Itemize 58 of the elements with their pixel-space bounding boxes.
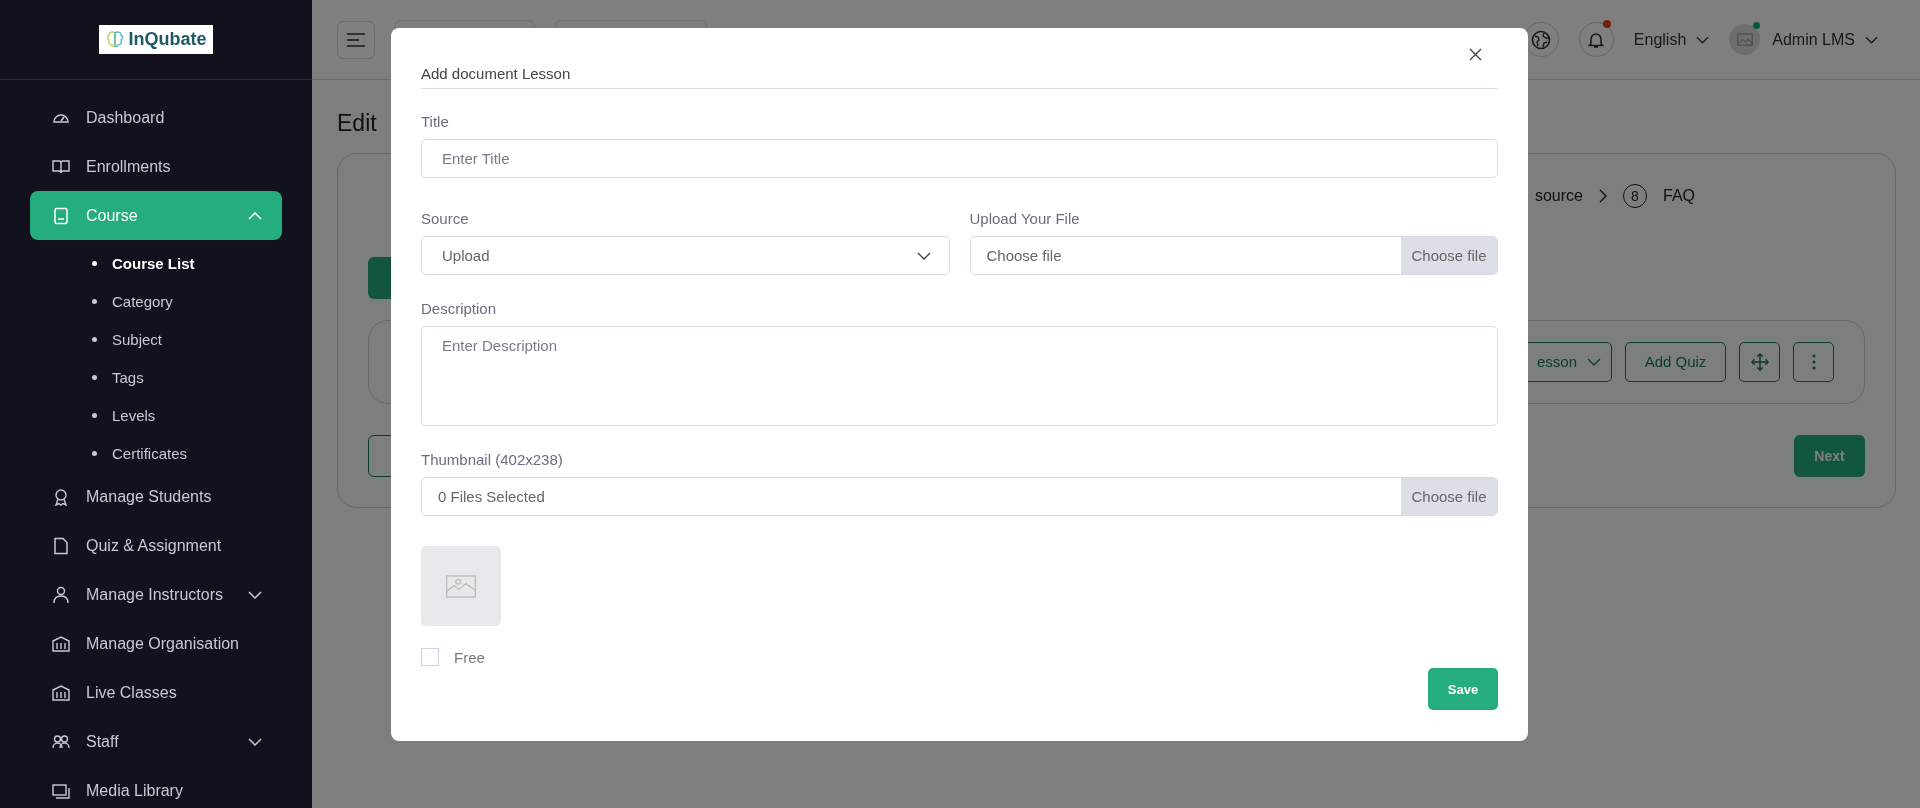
image-icon — [1736, 33, 1753, 46]
sub-nav-item[interactable]: Certificates — [92, 434, 188, 472]
building-icon — [52, 683, 70, 702]
nav-item[interactable]: Quiz & Assignment — [30, 521, 282, 570]
move-button[interactable] — [1739, 341, 1780, 382]
building-icon — [52, 634, 70, 653]
nav-item[interactable]: Dashboard — [30, 93, 282, 142]
checkbox[interactable] — [421, 648, 439, 666]
person-icon — [52, 585, 70, 604]
nav-item[interactable]: Staff — [30, 717, 282, 766]
nav-item[interactable]: Manage Students — [30, 472, 282, 521]
field-label: Source — [421, 210, 470, 227]
chevron-icon — [1865, 35, 1878, 44]
checkbox-label: Free — [454, 648, 485, 666]
sub-nav-item[interactable]: Tags — [92, 358, 144, 396]
sub-nav-item[interactable]: Levels — [92, 396, 156, 434]
award-icon — [52, 487, 70, 506]
step-label[interactable]: source — [1534, 187, 1583, 205]
chevron-icon — [1587, 357, 1601, 366]
field-label: Description — [421, 300, 498, 317]
globe-icon — [1531, 29, 1552, 50]
field-label: Thumbnail (402x238) — [421, 451, 564, 468]
description-textarea[interactable]: Enter Description — [421, 326, 1498, 426]
book-icon — [52, 157, 70, 176]
nav-item[interactable]: Manage Instructors — [30, 570, 282, 619]
nav-item[interactable]: Media Library — [30, 766, 282, 808]
image-icon — [445, 574, 477, 598]
move-icon — [1750, 352, 1769, 371]
sub-nav-item[interactable]: Course List — [92, 244, 195, 282]
page-title: Edit — [337, 109, 377, 138]
menu-button[interactable] — [337, 20, 375, 59]
brain-icon — [105, 29, 126, 50]
sub-nav-item[interactable]: Category — [92, 282, 173, 320]
source-select[interactable]: Upload — [421, 236, 950, 275]
title-input[interactable]: Enter Title — [421, 139, 1498, 178]
chevron-icon — [1696, 35, 1710, 44]
step-label[interactable]: FAQ — [1663, 187, 1695, 205]
people-icon — [52, 732, 70, 751]
kebab-icon — [1811, 353, 1816, 370]
close-icon — [1469, 48, 1482, 61]
field-label: Title — [421, 113, 450, 130]
sub-nav-item[interactable]: Subject — [92, 320, 163, 358]
more-button[interactable] — [1793, 341, 1834, 382]
field-label: Upload Your File — [969, 210, 1081, 227]
file-icon — [52, 536, 70, 555]
logo: InQubate — [99, 25, 213, 54]
menu-icon — [346, 31, 366, 48]
language-dropdown[interactable]: English — [1633, 30, 1710, 49]
chevron-icon — [1599, 189, 1607, 203]
modal-title: Add document Lesson — [421, 64, 571, 82]
media-icon — [52, 781, 70, 800]
nav-item[interactable]: Live Classes — [30, 668, 282, 717]
nav-item[interactable]: Enrollments — [30, 142, 282, 191]
chevron-icon — [916, 251, 931, 260]
nav-item[interactable]: Manage Organisation — [30, 619, 282, 668]
user-dropdown[interactable]: Admin LMS — [1772, 30, 1878, 49]
avatar[interactable] — [1729, 24, 1761, 55]
doc-icon — [52, 206, 70, 225]
